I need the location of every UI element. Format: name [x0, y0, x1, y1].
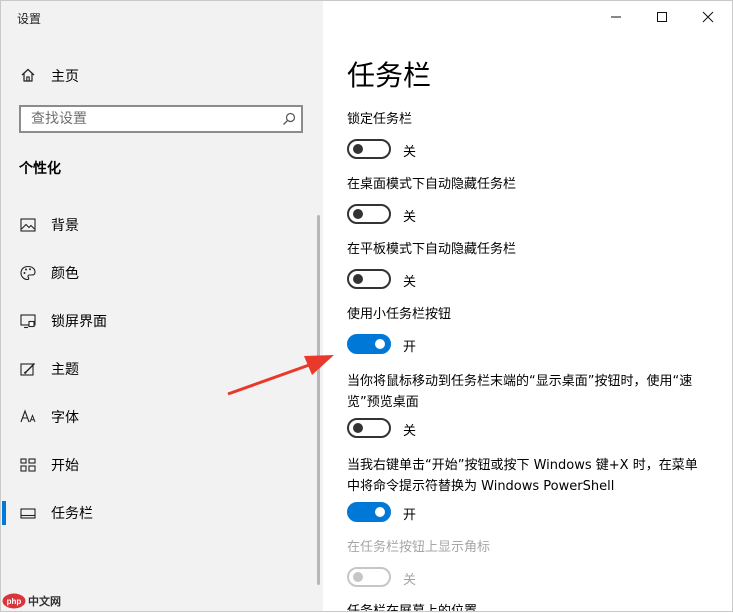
search-icon[interactable]: [282, 111, 296, 125]
sidebar-item-background[interactable]: 背景: [1, 207, 319, 243]
php-logo-icon: php: [2, 593, 26, 609]
autohide-desktop-toggle[interactable]: [347, 204, 391, 224]
toggle-state-label: 关: [403, 573, 417, 588]
sidebar-item-label: 锁屏界面: [51, 314, 107, 330]
watermark: php 中文网: [2, 592, 61, 610]
setting-label: 在平板模式下自动隐藏任务栏: [347, 242, 517, 257]
maximize-icon: [656, 8, 668, 27]
maximize-button[interactable]: [639, 1, 685, 33]
app-title: 设置: [17, 12, 42, 26]
autohide-tablet-toggle[interactable]: [347, 269, 391, 289]
minimize-icon: [610, 8, 622, 27]
setting-label: 使用小任务栏按钮: [347, 307, 452, 322]
sidebar-item-fonts[interactable]: 字体: [1, 399, 319, 435]
picture-icon: [20, 217, 36, 233]
sidebar-item-home[interactable]: 主页: [1, 61, 323, 89]
small-buttons-toggle[interactable]: [347, 334, 391, 354]
sidebar-item-label: 字体: [51, 410, 79, 426]
toggle-knob: [375, 507, 385, 517]
palette-icon: [20, 265, 36, 281]
toggle-state-label: 关: [403, 145, 417, 160]
taskbar-icon: [20, 505, 36, 521]
toggle-state-label: 开: [403, 508, 417, 523]
setting-label: 锁定任务栏: [347, 112, 413, 127]
svg-text:php: php: [7, 597, 22, 606]
powershell-toggle[interactable]: [347, 502, 391, 522]
page-title: 任务栏: [347, 59, 432, 92]
setting-label: 在桌面模式下自动隐藏任务栏: [347, 177, 517, 192]
section-title-personalization: 个性化: [19, 161, 61, 177]
lock-screen-icon: [20, 313, 36, 329]
sidebar-item-label: 颜色: [51, 266, 79, 282]
toggle-state-label: 关: [403, 275, 417, 290]
sidebar: 设置 主页 个性化 背景 颜色: [1, 1, 323, 611]
watermark-text: 中文网: [28, 595, 61, 608]
sidebar-item-label: 开始: [51, 458, 79, 474]
sidebar-item-themes[interactable]: 主题: [1, 351, 319, 387]
lock-taskbar-toggle[interactable]: [347, 139, 391, 159]
start-grid-icon: [20, 457, 36, 473]
search-input[interactable]: [21, 107, 281, 131]
badges-toggle: [347, 567, 391, 587]
sidebar-item-taskbar[interactable]: 任务栏: [1, 495, 319, 531]
toggle-knob: [353, 423, 363, 433]
toggle-knob: [375, 339, 385, 349]
theme-brush-icon: [20, 361, 36, 377]
sidebar-item-label: 任务栏: [51, 506, 93, 522]
sidebar-item-start[interactable]: 开始: [1, 447, 319, 483]
font-icon: [20, 409, 36, 425]
setting-label: 当我右键单击“开始”按钮或按下 Windows 键+X 时，在菜单中将命令提示符…: [347, 458, 698, 494]
sidebar-home-label: 主页: [51, 69, 79, 85]
sidebar-item-label: 背景: [51, 218, 79, 234]
peek-desktop-toggle[interactable]: [347, 418, 391, 438]
toggle-knob: [353, 209, 363, 219]
sidebar-item-lock-screen[interactable]: 锁屏界面: [1, 303, 319, 339]
sidebar-scrollbar[interactable]: [317, 215, 320, 585]
home-icon: [20, 67, 36, 83]
toggle-knob: [353, 144, 363, 154]
settings-window: 设置 主页 个性化 背景 颜色: [0, 0, 733, 612]
toggle-knob: [353, 572, 363, 582]
setting-label: 在任务栏按钮上显示角标: [347, 540, 491, 555]
minimize-button[interactable]: [593, 1, 639, 33]
toggle-state-label: 关: [403, 424, 417, 439]
main-pane: 任务栏 锁定任务栏 关 在桌面模式下自动隐藏任务栏 关 在平板模式下自动隐藏任务…: [323, 1, 732, 611]
close-button[interactable]: [685, 1, 731, 33]
search-box[interactable]: [19, 105, 303, 133]
toggle-state-label: 关: [403, 210, 417, 225]
sidebar-item-label: 主题: [51, 362, 79, 378]
setting-label: 当你将鼠标移动到任务栏末端的“显示桌面”按钮时，使用“速览”预览桌面: [347, 374, 693, 410]
toggle-state-label: 开: [403, 340, 417, 355]
sidebar-item-colors[interactable]: 颜色: [1, 255, 319, 291]
toggle-knob: [353, 274, 363, 284]
close-icon: [702, 8, 714, 27]
setting-label-partial: 任务栏在屏幕上的位置: [347, 604, 478, 612]
